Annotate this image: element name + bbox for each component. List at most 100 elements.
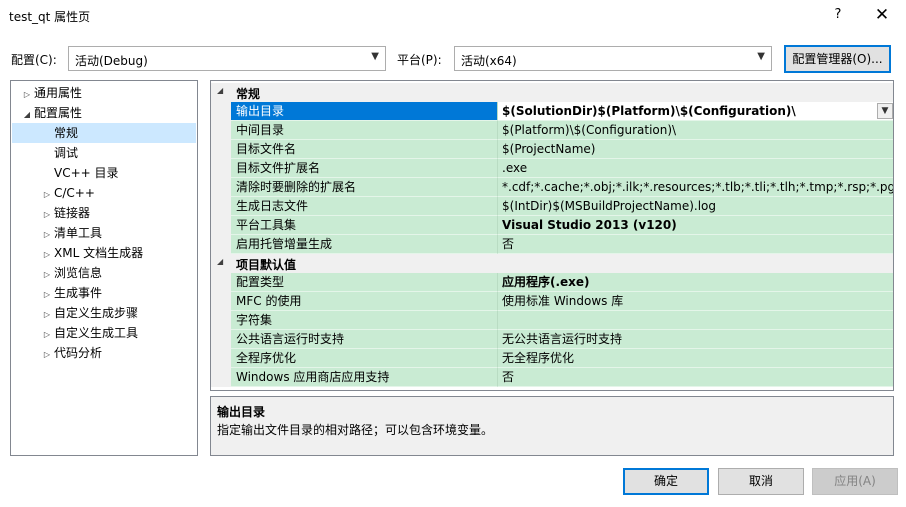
property-value[interactable]: $(SolutionDir)$(Platform)\$(Configuratio… (497, 102, 893, 121)
cancel-button[interactable]: 取消 (718, 468, 804, 495)
row-gutter (211, 140, 231, 159)
property-row[interactable]: 公共语言运行时支持 无公共语言运行时支持 (211, 330, 893, 349)
tree-item[interactable]: ▷ 自定义生成步骤 (12, 303, 196, 323)
property-row[interactable]: 全程序优化 无全程序优化 (211, 349, 893, 368)
config-label: 配置(C): (11, 53, 57, 67)
tree-item-label: 浏览信息 (54, 266, 103, 280)
property-row[interactable]: 目标文件名 $(ProjectName) (211, 140, 893, 159)
property-value[interactable]: *.cdf;*.cache;*.obj;*.ilk;*.resources;*.… (497, 178, 893, 197)
expanded-triangle-icon[interactable]: ◢ (20, 105, 34, 125)
property-name: 平台工具集 (231, 216, 497, 235)
tree-item-label: 通用属性 (34, 86, 83, 100)
platform-label: 平台(P): (397, 53, 442, 67)
property-name: 中间目录 (231, 121, 497, 140)
row-gutter (211, 235, 231, 254)
tree-item[interactable]: ▷ C/C++ (12, 183, 196, 203)
collapsed-triangle-icon[interactable]: ▷ (20, 85, 34, 105)
chevron-down-icon: ▼ (371, 51, 379, 62)
property-value[interactable]: 无全程序优化 (497, 349, 893, 368)
tree-item-label: C/C++ (54, 186, 95, 200)
property-value[interactable]: .exe (497, 159, 893, 178)
tree-item[interactable]: ▷ 清单工具 (12, 223, 196, 243)
property-name: 目标文件扩展名 (231, 159, 497, 178)
property-value[interactable]: 否 (497, 368, 893, 387)
tree-item-label: XML 文档生成器 (54, 246, 144, 260)
collapsed-triangle-icon[interactable]: ▷ (40, 205, 54, 225)
expanded-triangle-icon[interactable]: ◢ (217, 86, 223, 95)
property-row[interactable]: 输出目录 $(SolutionDir)$(Platform)\$(Configur… (211, 102, 893, 121)
config-select[interactable]: 活动(Debug) ▼ (68, 46, 386, 71)
config-manager-button[interactable]: 配置管理器(O)... (784, 45, 891, 73)
property-row[interactable]: 字符集 (211, 311, 893, 330)
property-name: 公共语言运行时支持 (231, 330, 497, 349)
tree-item[interactable]: 调试 (12, 143, 196, 163)
row-gutter (211, 102, 231, 121)
tree-item[interactable]: ▷ 代码分析 (12, 343, 196, 363)
tree-item-label: 生成事件 (54, 286, 103, 300)
collapsed-triangle-icon[interactable]: ▷ (40, 325, 54, 345)
row-gutter (211, 197, 231, 216)
property-name: 清除时要删除的扩展名 (231, 178, 497, 197)
collapsed-triangle-icon[interactable]: ▷ (40, 225, 54, 245)
chevron-down-icon[interactable]: ▼ (877, 103, 893, 119)
row-gutter (211, 330, 231, 349)
property-value[interactable]: $(Platform)\$(Configuration)\ (497, 121, 893, 140)
property-row[interactable]: 平台工具集 Visual Studio 2013 (v120) (211, 216, 893, 235)
row-gutter (211, 292, 231, 311)
tree-item[interactable]: VC++ 目录 (12, 163, 196, 183)
property-value[interactable]: 应用程序(.exe) (497, 273, 893, 292)
tree-item-label: VC++ 目录 (54, 166, 119, 180)
property-value[interactable]: 使用标准 Windows 库 (497, 292, 893, 311)
property-value[interactable]: 无公共语言运行时支持 (497, 330, 893, 349)
collapsed-triangle-icon[interactable]: ▷ (40, 185, 54, 205)
row-gutter (211, 159, 231, 178)
row-gutter (211, 311, 231, 330)
apply-button[interactable]: 应用(A) (812, 468, 898, 495)
ok-button[interactable]: 确定 (623, 468, 709, 495)
platform-select[interactable]: 活动(x64) ▼ (454, 46, 772, 71)
property-value[interactable]: $(ProjectName) (497, 140, 893, 159)
collapsed-triangle-icon[interactable]: ▷ (40, 345, 54, 365)
title-bar: test_qt 属性页 ? ✕ (0, 0, 906, 33)
tree-item-label: 调试 (54, 146, 79, 160)
row-gutter (211, 349, 231, 368)
property-row[interactable]: 配置类型 应用程序(.exe) (211, 273, 893, 292)
tree-item[interactable]: ▷ 通用属性 (12, 83, 196, 103)
property-row[interactable]: 启用托管增量生成否 (211, 235, 893, 254)
property-row[interactable]: 目标文件扩展名 .exe (211, 159, 893, 178)
tree-item[interactable]: 常规 (12, 123, 196, 143)
collapsed-triangle-icon[interactable]: ▷ (40, 305, 54, 325)
collapsed-triangle-icon[interactable]: ▷ (40, 245, 54, 265)
collapsed-triangle-icon[interactable]: ▷ (40, 265, 54, 285)
category-project-defaults[interactable]: ◢ 项目默认值 (211, 254, 893, 273)
category-general[interactable]: ◢ 常规 (211, 83, 893, 102)
tree-item[interactable]: ▷ 自定义生成工具 (12, 323, 196, 343)
collapsed-triangle-icon[interactable]: ▷ (40, 285, 54, 305)
property-row[interactable]: Windows 应用商店应用支持否 (211, 368, 893, 387)
expanded-triangle-icon[interactable]: ◢ (217, 257, 223, 266)
property-value[interactable] (497, 311, 893, 330)
tree-item[interactable]: ▷ 生成事件 (12, 283, 196, 303)
property-grid: ◢ 常规 输出目录 $(SolutionDir)$(Platform)\$(Confi… (210, 80, 894, 391)
property-tree: ▷ 通用属性 ◢ 配置属性 常规 调试 VC++ 目录 ▷ C/C++ ▷ 链接器 ▷ 清单工具 ▷ XML… (10, 80, 198, 456)
tree-item[interactable]: ▷ XML 文档生成器 (12, 243, 196, 263)
property-value[interactable]: Visual Studio 2013 (v120) (497, 216, 893, 235)
property-value[interactable]: 否 (497, 235, 893, 254)
property-name: 全程序优化 (231, 349, 497, 368)
property-name: 启用托管增量生成 (231, 235, 497, 254)
property-row[interactable]: 中间目录 $(Platform)\$(Configuration)\ (211, 121, 893, 140)
tree-item[interactable]: ◢ 配置属性 (12, 103, 196, 123)
property-row[interactable]: 生成日志文件 $(IntDir)$(MSBuildProjectName).log (211, 197, 893, 216)
property-row[interactable]: MFC 的使用 使用标准 Windows 库 (211, 292, 893, 311)
tree-item[interactable]: ▷ 浏览信息 (12, 263, 196, 283)
close-icon[interactable]: ✕ (868, 3, 896, 27)
property-name: 输出目录 (231, 102, 497, 121)
tree-item[interactable]: ▷ 链接器 (12, 203, 196, 223)
window-title: test_qt 属性页 (9, 10, 91, 24)
config-select-value: 活动(Debug) (75, 54, 148, 68)
tree-item-label: 常规 (54, 126, 79, 140)
property-value[interactable]: $(IntDir)$(MSBuildProjectName).log (497, 197, 893, 216)
property-row[interactable]: 清除时要删除的扩展名 *.cdf;*.cache;*.obj;*.ilk;*.re… (211, 178, 893, 197)
help-icon[interactable]: ? (826, 3, 850, 27)
tree-item-label: 自定义生成工具 (54, 326, 139, 340)
